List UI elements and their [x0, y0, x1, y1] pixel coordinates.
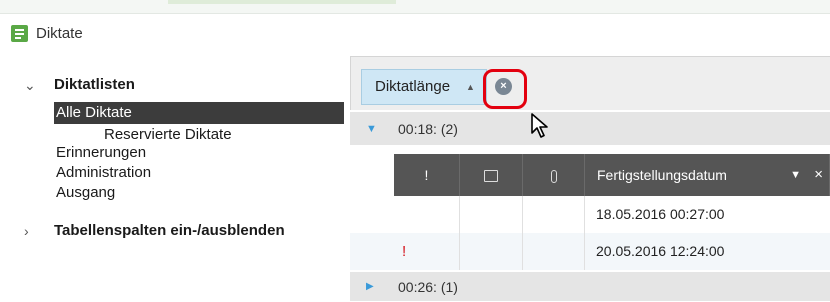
mouse-pointer-icon — [531, 113, 548, 138]
chevron-down-icon[interactable]: ⌄ — [24, 74, 38, 96]
group-by-panel: Diktatlänge ▲ × — [350, 56, 830, 110]
expand-down-icon[interactable]: ▼ — [366, 112, 377, 146]
group-row-label: 00:18: (2) — [398, 121, 458, 137]
dictation-grid: Diktatlänge ▲ × ▼ 00:18: (2) ! Fertigste… — [350, 56, 830, 302]
table-header: ! Fertigstellungsdatum ▼ × — [350, 154, 830, 196]
top-strip-accent — [168, 0, 396, 4]
sort-ascending-icon: ▲ — [466, 82, 475, 92]
column-label: Fertigstellungsdatum — [597, 167, 727, 183]
cell-priority: ! — [394, 233, 460, 270]
sidebar: ⌄ Diktatlisten Alle Diktate Reservierte … — [14, 74, 344, 239]
header-indent — [350, 154, 394, 196]
priority-value: ! — [402, 243, 407, 260]
column-fertigstellungsdatum[interactable]: Fertigstellungsdatum ▼ × — [585, 154, 830, 196]
group-tabellenspalten[interactable]: › Tabellenspalten ein-/ausblenden — [14, 220, 344, 242]
column-priority[interactable]: ! — [394, 154, 460, 196]
sidebar-item-ausgang[interactable]: Ausgang — [54, 182, 121, 204]
close-icon[interactable]: × — [814, 154, 823, 196]
group-row-label: 00:26: (1) — [398, 279, 458, 295]
sidebar-item-row-administration: Administration — [14, 162, 344, 184]
group-diktatlisten[interactable]: ⌄ Diktatlisten — [14, 74, 344, 96]
column-comment[interactable] — [460, 154, 523, 196]
comment-icon — [484, 170, 498, 183]
group-row[interactable]: ▶ 00:26: (1) — [350, 272, 830, 302]
cell-priority — [394, 196, 460, 233]
priority-icon: ! — [424, 167, 429, 183]
table-row[interactable]: 18.05.2016 00:27:00 — [350, 196, 830, 233]
column-attachment[interactable] — [523, 154, 585, 196]
dictation-document-icon — [11, 24, 28, 42]
sidebar-item-administration[interactable]: Administration — [54, 162, 157, 184]
remove-circle-icon: × — [495, 78, 512, 95]
sidebar-item-row-erinnerungen: Erinnerungen — [14, 142, 344, 164]
cell-comment — [460, 196, 523, 233]
remove-group-button[interactable]: × — [483, 69, 527, 109]
group-label: Tabellenspalten ein-/ausblenden — [54, 222, 285, 239]
window-title: Diktate — [36, 24, 83, 42]
date-value: 18.05.2016 00:27:00 — [596, 206, 725, 222]
attachment-icon — [550, 169, 557, 183]
group-chip-label: Diktatlänge — [375, 78, 451, 95]
group-chip-diktatlaenge[interactable]: Diktatlänge ▲ — [361, 69, 487, 105]
cell-comment — [460, 233, 523, 270]
expand-right-icon[interactable]: ▶ — [366, 272, 374, 302]
cell-attachment — [523, 233, 585, 270]
group-label: Diktatlisten — [54, 76, 135, 93]
sidebar-item-erinnerungen[interactable]: Erinnerungen — [54, 142, 152, 164]
group-row[interactable]: ▼ 00:18: (2) — [350, 112, 830, 146]
sidebar-item-alle-diktate[interactable]: Alle Diktate — [54, 102, 344, 124]
cell-attachment — [523, 196, 585, 233]
sidebar-item-row-ausgang: Ausgang — [14, 182, 344, 204]
sidebar-item-row-alle: Alle Diktate — [14, 102, 344, 124]
filter-icon[interactable]: ▼ — [790, 154, 801, 196]
top-strip — [0, 0, 830, 14]
table-row[interactable]: ! 20.05.2016 12:24:00 — [350, 233, 830, 270]
date-value: 20.05.2016 12:24:00 — [596, 243, 725, 259]
title-bar: Diktate — [0, 16, 830, 50]
chevron-right-icon[interactable]: › — [24, 220, 38, 242]
